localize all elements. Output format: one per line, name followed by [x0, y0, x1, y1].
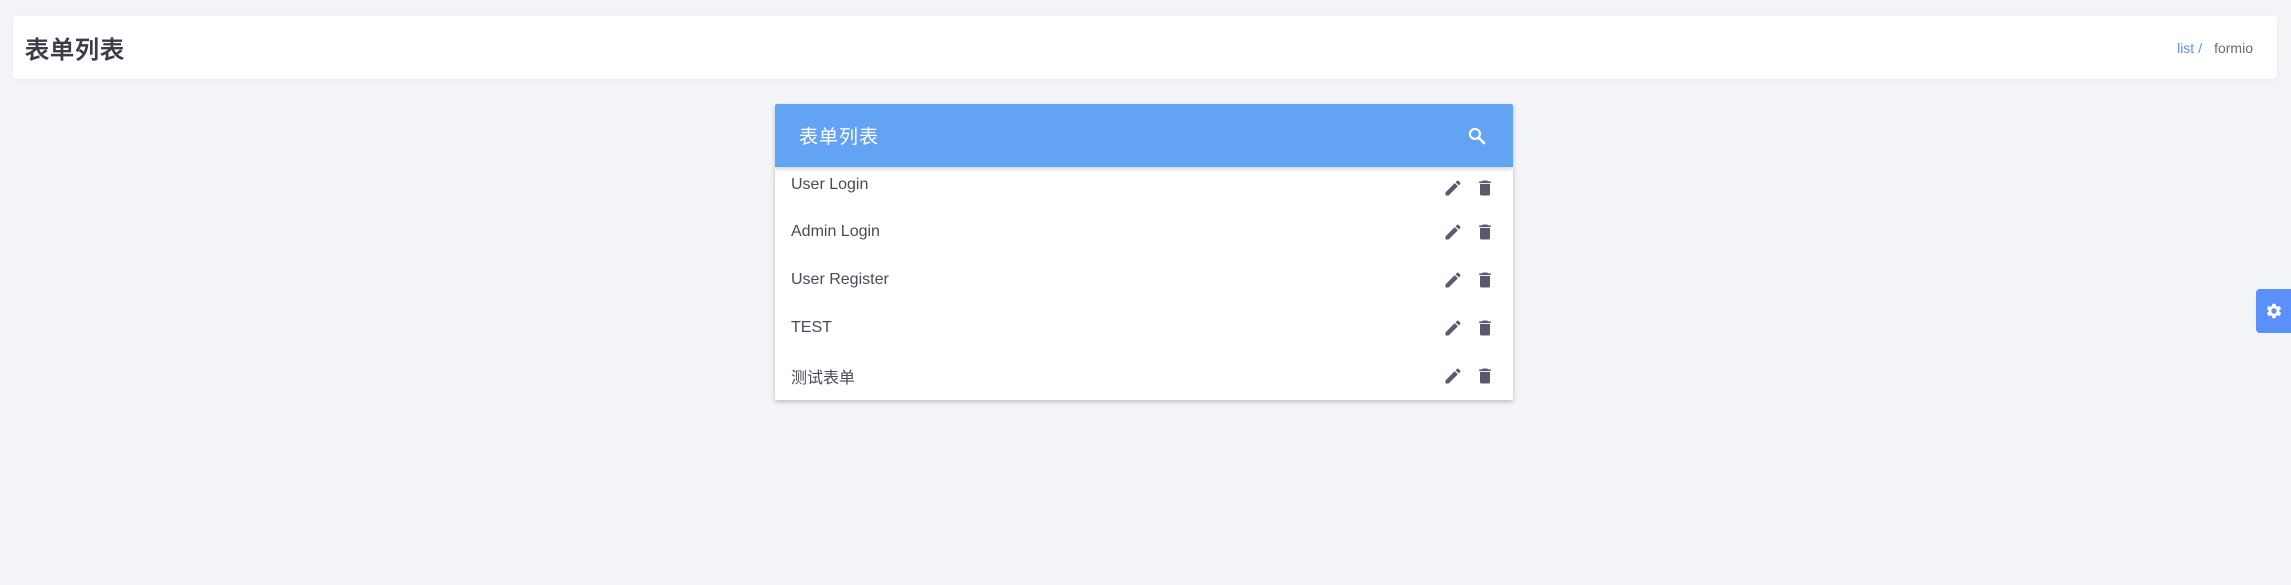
card-title: 表单列表	[799, 127, 880, 148]
item-actions	[1441, 316, 1497, 340]
list-item[interactable]: Admin Login	[775, 208, 1513, 256]
edit-button[interactable]	[1441, 220, 1465, 244]
list-item[interactable]: User Login	[775, 167, 1513, 208]
form-name: User Login	[791, 176, 869, 193]
trash-icon	[1479, 180, 1491, 196]
page-header: 表单列表 list / formio	[13, 16, 2277, 79]
item-actions	[1441, 268, 1497, 292]
pencil-icon	[1445, 368, 1461, 384]
pencil-icon	[1445, 180, 1461, 196]
card-header: 表单列表	[775, 104, 1513, 167]
pencil-icon	[1445, 224, 1461, 240]
list-item[interactable]: TEST	[775, 304, 1513, 352]
gear-icon	[2266, 303, 2281, 319]
breadcrumb-separator: /	[2198, 39, 2203, 56]
breadcrumb-link-list[interactable]: list	[2177, 40, 2194, 56]
delete-button[interactable]	[1473, 176, 1497, 200]
form-name: Admin Login	[791, 223, 880, 240]
edit-button[interactable]	[1441, 268, 1465, 292]
list-item[interactable]: 测试表单	[775, 352, 1513, 400]
breadcrumb-current: formio	[2214, 39, 2253, 56]
page-title: 表单列表	[25, 37, 125, 64]
search-icon	[1468, 127, 1486, 144]
item-actions	[1441, 364, 1497, 388]
delete-button[interactable]	[1473, 220, 1497, 244]
search-button[interactable]	[1465, 124, 1489, 148]
item-actions	[1441, 220, 1497, 244]
delete-button[interactable]	[1473, 316, 1497, 340]
list-item[interactable]: User Register	[775, 256, 1513, 304]
breadcrumb: list / formio	[2177, 40, 2253, 56]
form-name: 测试表单	[791, 370, 856, 387]
form-name: User Register	[791, 271, 889, 288]
form-list-card: 表单列表 User Login Admin Login User Registe…	[775, 104, 1513, 400]
form-list: User Login Admin Login User Register TES…	[775, 167, 1513, 400]
trash-icon	[1479, 368, 1491, 384]
settings-button[interactable]	[2256, 289, 2291, 333]
edit-button[interactable]	[1441, 364, 1465, 388]
item-actions	[1441, 176, 1497, 200]
edit-button[interactable]	[1441, 316, 1465, 340]
pencil-icon	[1445, 320, 1461, 336]
trash-icon	[1479, 272, 1491, 288]
delete-button[interactable]	[1473, 268, 1497, 292]
trash-icon	[1479, 224, 1491, 240]
edit-button[interactable]	[1441, 176, 1465, 200]
trash-icon	[1479, 320, 1491, 336]
delete-button[interactable]	[1473, 364, 1497, 388]
form-name: TEST	[791, 319, 832, 336]
pencil-icon	[1445, 272, 1461, 288]
